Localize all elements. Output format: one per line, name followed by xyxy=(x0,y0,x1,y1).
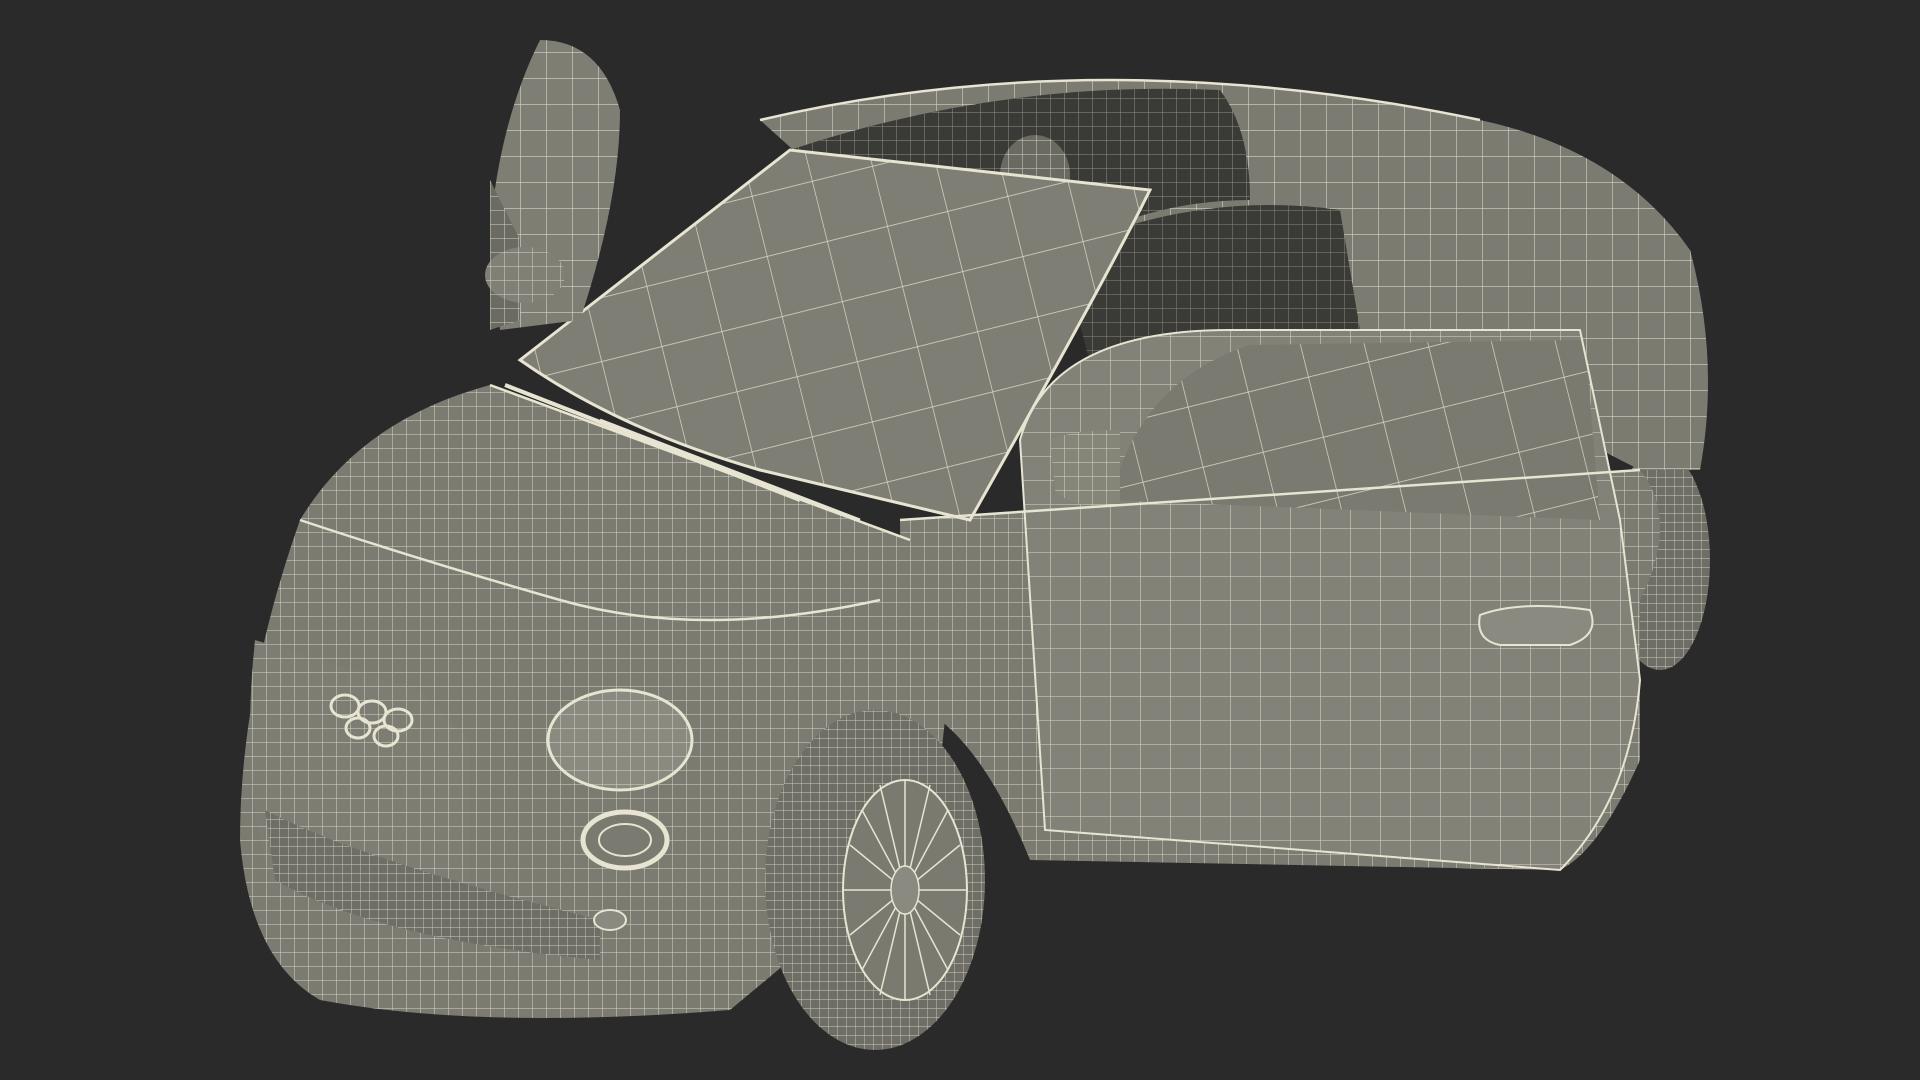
right-open-door xyxy=(1018,329,1642,872)
car-wireframe-render xyxy=(240,40,1710,1050)
render-viewport xyxy=(0,0,1920,1080)
left-open-door xyxy=(485,40,620,330)
front-wheel xyxy=(765,710,985,1050)
